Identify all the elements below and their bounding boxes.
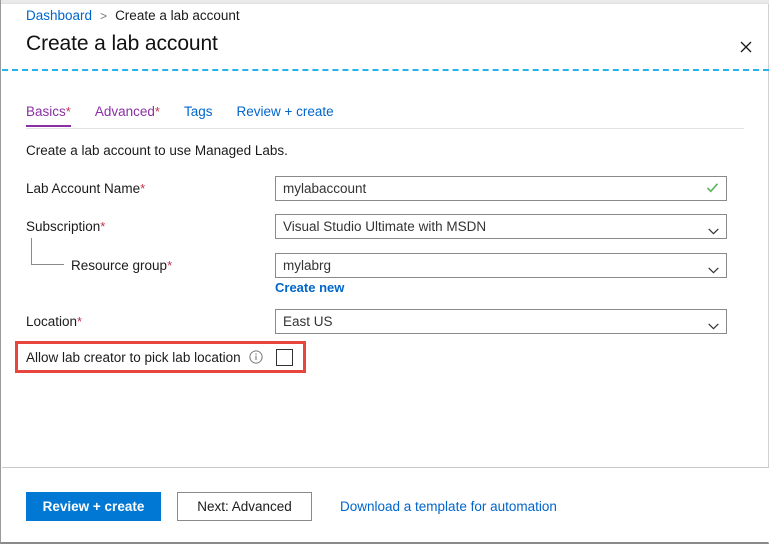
blade-description: Create a lab account to use Managed Labs… <box>26 143 288 158</box>
tab-tags-label: Tags <box>183 104 213 119</box>
allow-lab-creator-pick-location-label: Allow lab creator to pick lab location <box>26 349 241 365</box>
breadcrumb: Dashboard > Create a lab account <box>26 8 240 23</box>
allow-lab-creator-pick-location-checkbox[interactable] <box>275 348 293 366</box>
tab-basics-label: Basics <box>26 104 66 119</box>
tab-review-create[interactable]: Review + create <box>236 104 347 127</box>
tab-advanced-label: Advanced <box>94 104 155 119</box>
resource-group-label-text: Resource group <box>71 258 168 273</box>
form-row-resource-group: Resource group* mylabrg <box>1 253 769 279</box>
breadcrumb-separator-icon: > <box>100 8 108 23</box>
location-label-text: Location <box>26 314 78 329</box>
next-advanced-button[interactable]: Next: Advanced <box>177 492 312 521</box>
tab-basics-required-marker: * <box>65 104 71 119</box>
resource-group-dropdown[interactable]: mylabrg <box>275 253 727 278</box>
breadcrumb-item-dashboard[interactable]: Dashboard <box>26 8 92 23</box>
subscription-label-text: Subscription <box>26 219 101 234</box>
close-icon[interactable] <box>731 33 761 61</box>
subscription-required-marker: * <box>100 219 106 234</box>
lab-account-name-control <box>275 176 727 201</box>
lab-account-name-label: Lab Account Name* <box>26 176 145 202</box>
tab-advanced-required-marker: * <box>154 104 160 119</box>
window-top-strip <box>1 0 769 4</box>
lab-account-name-label-text: Lab Account Name <box>26 181 141 196</box>
create-new-resource-group-link[interactable]: Create new <box>275 280 344 295</box>
tab-advanced[interactable]: Advanced* <box>95 104 174 127</box>
resource-group-control: mylabrg <box>275 253 727 278</box>
tab-bar-divider <box>26 128 744 129</box>
review-create-button[interactable]: Review + create <box>26 492 161 521</box>
subscription-control: Visual Studio Ultimate with MSDN <box>275 214 727 239</box>
form-row-lab-account-name: Lab Account Name* <box>1 176 769 202</box>
download-template-link[interactable]: Download a template for automation <box>340 492 557 521</box>
lab-account-name-required-marker: * <box>140 181 146 196</box>
form-row-location: Location* East US <box>1 309 769 335</box>
location-control: East US <box>275 309 727 334</box>
header-accent-divider <box>2 69 769 71</box>
form-row-subscription: Subscription* Visual Studio Ultimate wit… <box>1 214 769 240</box>
resource-group-required-marker: * <box>167 258 173 273</box>
page-title: Create a lab account <box>26 32 218 55</box>
breadcrumb-item-current: Create a lab account <box>115 8 240 23</box>
blade-window: Dashboard > Create a lab account Create … <box>0 0 769 544</box>
lab-account-name-input[interactable] <box>275 176 727 201</box>
info-icon[interactable] <box>249 350 263 364</box>
tab-bar: Basics* Advanced* Tags Review + create <box>26 104 358 127</box>
tab-review-create-label: Review + create <box>236 104 334 119</box>
location-label: Location* <box>26 309 82 335</box>
resource-group-label: Resource group* <box>71 253 172 279</box>
subscription-dropdown[interactable]: Visual Studio Ultimate with MSDN <box>275 214 727 239</box>
location-required-marker: * <box>77 314 83 329</box>
tab-basics[interactable]: Basics* <box>26 104 85 127</box>
allow-lab-creator-pick-location-row[interactable]: Allow lab creator to pick lab location <box>26 345 293 369</box>
subscription-label: Subscription* <box>26 214 105 240</box>
tab-tags[interactable]: Tags <box>184 104 227 127</box>
blade-footer: Review + create Next: Advanced Download … <box>1 468 769 542</box>
location-dropdown[interactable]: East US <box>275 309 727 334</box>
